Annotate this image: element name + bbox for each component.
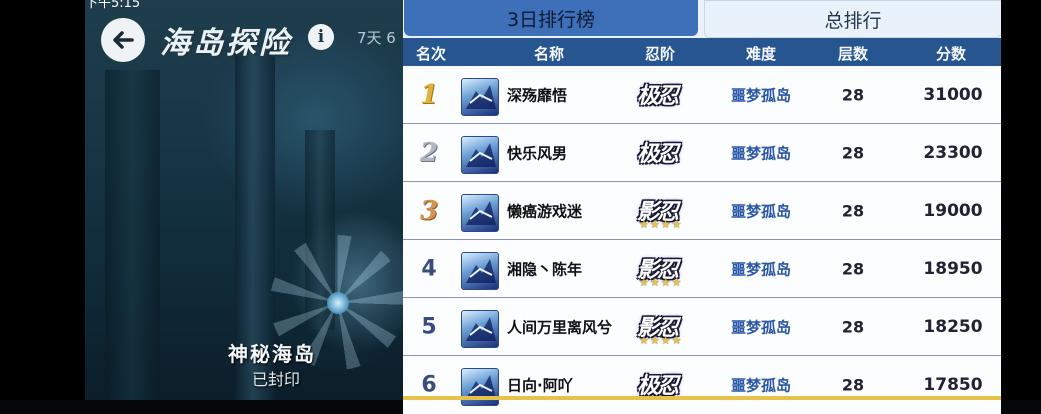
floors: 28 xyxy=(841,85,865,104)
grade-label: 极忍 xyxy=(637,83,679,109)
info-icon[interactable]: i xyxy=(308,24,334,50)
rank-number: 5 xyxy=(421,314,437,339)
player-avatar[interactable] xyxy=(461,78,499,116)
days-remaining-text: 7天 6 xyxy=(357,29,396,47)
back-arrow-icon xyxy=(113,31,134,49)
player-avatar[interactable] xyxy=(461,136,499,174)
rank-number: 6 xyxy=(421,372,437,398)
table-header: 名次 名称 忍阶 难度 层数 分数 xyxy=(403,38,1001,66)
player-name: 湘隐丶陈年 xyxy=(507,260,583,278)
player-name: 日向·阿吖 xyxy=(507,376,573,395)
player-avatar[interactable] xyxy=(461,368,499,406)
rank-number: 1 xyxy=(419,79,439,110)
right-black-bar xyxy=(1001,0,1041,400)
grade-badge: 极忍 xyxy=(633,132,689,174)
floors: 28 xyxy=(841,201,865,220)
table-row[interactable]: 2 快乐风男 极忍 噩梦孤岛 28 23300 xyxy=(403,124,1001,182)
left-black-bar xyxy=(0,0,85,400)
table-row[interactable]: 4 湘隐丶陈年 影忍 ★★★★ 噩梦孤岛 28 18950 xyxy=(403,240,1001,298)
grade-badge: 影忍 ★★★★ xyxy=(633,190,689,232)
score: 18950 xyxy=(923,258,983,279)
ninja-avatar-icon xyxy=(466,85,496,109)
status-time: 下午5:15 xyxy=(85,0,141,11)
grade-badge: 影忍 ★★★★ xyxy=(633,306,689,348)
ninja-avatar-icon xyxy=(466,259,496,283)
rank-number: 2 xyxy=(419,137,439,168)
back-button[interactable] xyxy=(101,18,145,62)
score: 18250 xyxy=(923,316,983,337)
difficulty: 噩梦孤岛 xyxy=(730,86,792,104)
player-avatar[interactable] xyxy=(461,252,499,290)
stone-pillar xyxy=(105,70,160,400)
floors: 28 xyxy=(841,143,865,162)
player-avatar[interactable] xyxy=(461,194,499,232)
table-row[interactable]: 1 深殇靡悟 极忍 噩梦孤岛 28 31000 xyxy=(403,66,1001,124)
table-row[interactable]: 5 人间万里离风兮 影忍 ★★★★ 噩梦孤岛 28 18250 xyxy=(403,298,1001,356)
grade-stars: ★★★★ xyxy=(639,218,683,231)
island-name: 神秘海岛 xyxy=(228,342,316,366)
floors: 28 xyxy=(841,259,865,278)
floors: 28 xyxy=(841,375,865,395)
table-row[interactable]: 3 懒癌游戏迷 影忍 ★★★★ 噩梦孤岛 28 19000 xyxy=(403,182,1001,240)
panel-bottom-border xyxy=(403,396,1001,400)
grade-stars: ★★★★ xyxy=(639,276,683,289)
column-header-floors: 层数 xyxy=(837,45,869,63)
grade-label: 极忍 xyxy=(637,141,679,167)
grade-stars: ★★★★ xyxy=(639,334,683,347)
difficulty: 噩梦孤岛 xyxy=(730,376,792,395)
player-name: 懒癌游戏迷 xyxy=(507,202,583,220)
ninja-avatar-icon xyxy=(466,143,496,167)
ninja-avatar-icon xyxy=(466,201,496,225)
score: 17850 xyxy=(923,375,983,395)
rank-number: 3 xyxy=(419,195,439,226)
table-row[interactable]: 6 日向·阿吖 极忍 噩梦孤岛 28 17850 xyxy=(403,356,1001,414)
leaderboard-panel: 3日排行榜 总排行 名次 名称 忍阶 难度 层数 分数 1 深殇靡悟 极忍 噩梦… xyxy=(403,0,1002,414)
floors: 28 xyxy=(841,317,865,336)
ninja-avatar-icon xyxy=(466,317,496,341)
player-name: 快乐风男 xyxy=(507,144,568,162)
grade-badge: 极忍 xyxy=(633,74,689,116)
column-header-rank: 名次 xyxy=(415,45,447,63)
difficulty: 噩梦孤岛 xyxy=(730,260,792,278)
rank-number: 4 xyxy=(421,256,437,281)
difficulty: 噩梦孤岛 xyxy=(730,144,792,162)
leaderboard-tabs: 3日排行榜 总排行 xyxy=(403,0,1002,38)
column-header-difficulty: 难度 xyxy=(745,45,777,63)
score: 19000 xyxy=(923,200,983,221)
page-title: 海岛探险 xyxy=(160,26,292,61)
player-name: 人间万里离风兮 xyxy=(507,318,613,336)
player-avatar[interactable] xyxy=(461,310,499,348)
tab-overall-ranking[interactable]: 总排行 xyxy=(704,0,1002,38)
grade-badge: 影忍 ★★★★ xyxy=(633,248,689,290)
tab-3day-ranking[interactable]: 3日排行榜 xyxy=(404,0,698,36)
column-header-name: 名称 xyxy=(533,45,565,63)
column-header-score: 分数 xyxy=(935,45,967,63)
difficulty: 噩梦孤岛 xyxy=(730,202,792,220)
column-header-grade: 忍阶 xyxy=(644,45,676,63)
score: 23300 xyxy=(923,142,983,163)
difficulty: 噩梦孤岛 xyxy=(730,318,792,336)
score: 31000 xyxy=(923,84,983,105)
vortex-core xyxy=(327,292,349,314)
player-name: 深殇靡悟 xyxy=(507,86,568,104)
island-status: 已封印 xyxy=(252,370,301,389)
